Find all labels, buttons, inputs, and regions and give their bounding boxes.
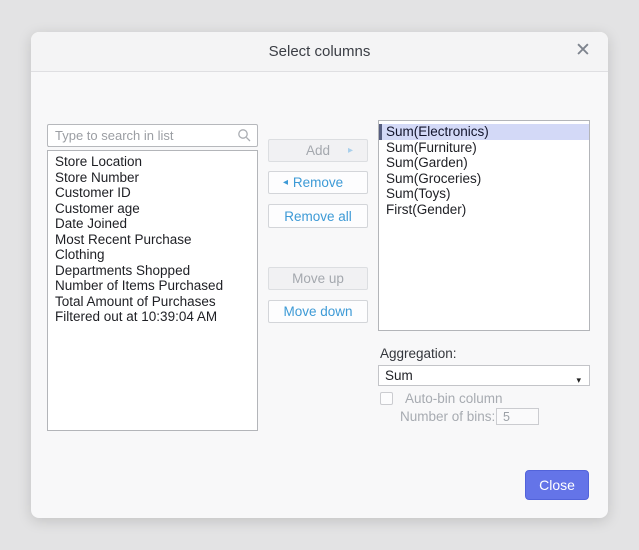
search-wrap <box>47 124 258 147</box>
available-column-row[interactable]: Filtered out at 10:39:04 AM <box>48 309 257 325</box>
available-column-row[interactable]: Clothing <box>48 247 257 263</box>
autobin-checkbox[interactable] <box>380 392 393 405</box>
add-button[interactable]: Add ▸ <box>268 139 368 162</box>
available-column-row[interactable]: Store Location <box>48 154 257 170</box>
aggregation-value: Sum <box>385 368 413 383</box>
remove-arrow-icon: ◂ <box>283 177 288 188</box>
move-down-button[interactable]: Move down <box>268 300 368 323</box>
move-up-button[interactable]: Move up <box>268 267 368 290</box>
selected-column-row[interactable]: Sum(Toys) <box>379 186 589 202</box>
selected-column-row[interactable]: Sum(Garden) <box>379 155 589 171</box>
selected-column-row[interactable]: Sum(Furniture) <box>379 140 589 156</box>
dialog-header: Select columns ✕ <box>31 32 608 72</box>
number-of-bins-label: Number of bins: <box>400 409 495 424</box>
available-column-row[interactable]: Date Joined <box>48 216 257 232</box>
select-columns-dialog: Select columns ✕ Available columns: Stor… <box>31 32 608 518</box>
number-of-bins-input[interactable] <box>496 408 539 425</box>
dialog-title: Select columns <box>269 43 371 60</box>
add-arrow-icon: ▸ <box>348 145 353 156</box>
available-column-row[interactable]: Customer age <box>48 201 257 217</box>
remove-all-button[interactable]: Remove all <box>268 204 368 228</box>
remove-button[interactable]: ◂ Remove <box>268 171 368 194</box>
search-icon <box>237 128 252 143</box>
available-column-row[interactable]: Store Number <box>48 170 257 186</box>
available-column-row[interactable]: Departments Shopped <box>48 263 257 279</box>
selected-column-row[interactable]: Sum(Groceries) <box>379 171 589 187</box>
available-columns-list[interactable]: Store LocationStore NumberCustomer IDCus… <box>47 150 258 431</box>
dropdown-arrow-icon: ▾ <box>576 371 581 390</box>
selected-column-row[interactable]: Sum(Electronics) <box>379 124 589 140</box>
available-column-row[interactable]: Number of Items Purchased <box>48 278 257 294</box>
aggregation-dropdown[interactable]: Sum ▾ <box>378 365 590 386</box>
available-column-row[interactable]: Total Amount of Purchases <box>48 294 257 310</box>
selected-columns-list[interactable]: Sum(Electronics)Sum(Furniture)Sum(Garden… <box>378 120 590 331</box>
close-icon[interactable]: ✕ <box>573 41 593 61</box>
available-column-row[interactable]: Most Recent Purchase <box>48 232 257 248</box>
search-input[interactable] <box>47 124 258 147</box>
aggregation-label: Aggregation: <box>380 346 457 361</box>
available-column-row[interactable]: Customer ID <box>48 185 257 201</box>
selected-column-row[interactable]: First(Gender) <box>379 202 589 218</box>
close-button[interactable]: Close <box>525 470 589 500</box>
autobin-label: Auto-bin column <box>405 391 503 406</box>
